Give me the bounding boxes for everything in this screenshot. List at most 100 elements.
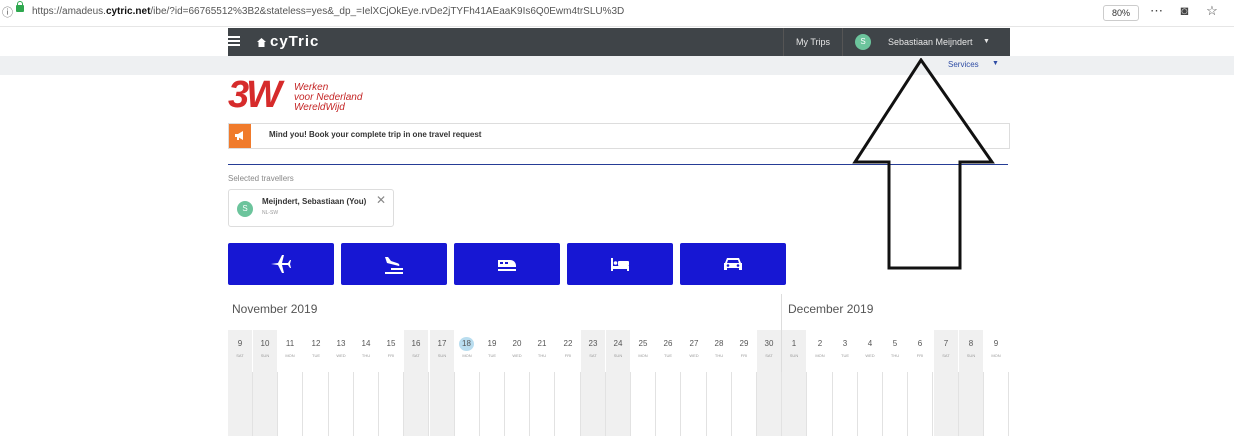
calendar-day[interactable]: 24 SUN (606, 330, 630, 372)
calendar-column[interactable] (757, 372, 782, 436)
calendar-day[interactable]: 16 SAT (404, 330, 428, 372)
calendar-day[interactable]: 4 WED (858, 330, 882, 372)
calendar-day[interactable]: 26 TUE (656, 330, 680, 372)
calendar-column[interactable] (228, 372, 253, 436)
calendar-column[interactable] (404, 372, 429, 436)
calendar-column[interactable] (253, 372, 278, 436)
calendar-day[interactable]: 15 FRI (379, 330, 403, 372)
calendar-column[interactable] (833, 372, 858, 436)
calendar-day[interactable]: 19 TUE (480, 330, 504, 372)
day-weekday: THU (890, 353, 900, 358)
calendar-column[interactable] (631, 372, 656, 436)
calendar-column[interactable] (480, 372, 505, 436)
notice-text: Mind you! Book your complete trip in one… (269, 130, 482, 139)
calendar-column[interactable] (908, 372, 933, 436)
day-weekday: SAT (942, 353, 950, 358)
car-button[interactable] (680, 243, 786, 285)
calendar-day[interactable]: 17 SUN (430, 330, 454, 372)
calendar-day[interactable]: 23 SAT (581, 330, 605, 372)
day-weekday: THU (361, 353, 371, 358)
calendar-day[interactable]: 22 FRI (556, 330, 580, 372)
calendar-day[interactable]: 12 TUE (304, 330, 328, 372)
calendar-day[interactable]: 3 TUE (833, 330, 857, 372)
calendar-column[interactable] (556, 372, 581, 436)
calendar-column[interactable] (430, 372, 455, 436)
calendar-column[interactable] (808, 372, 833, 436)
flight-hotel-button[interactable] (341, 243, 447, 285)
day-number: 22 (563, 339, 573, 348)
calendar-day[interactable]: 1 SUN (782, 330, 806, 372)
calendar-column[interactable] (304, 372, 329, 436)
day-weekday: FRI (564, 353, 572, 358)
calendar-day[interactable]: 30 SAT (757, 330, 781, 372)
calendar-column[interactable] (329, 372, 354, 436)
day-weekday: SUN (437, 353, 447, 358)
day-weekday: TUE (841, 353, 849, 358)
day-weekday: WED (865, 353, 875, 358)
day-number: 5 (892, 339, 898, 348)
calendar-day[interactable]: 13 WED (329, 330, 353, 372)
calendar-day[interactable]: 25 MON (631, 330, 655, 372)
calendar-column[interactable] (505, 372, 530, 436)
calendar-day[interactable]: 5 THU (883, 330, 907, 372)
hotel-button[interactable] (567, 243, 673, 285)
calendar-column[interactable] (656, 372, 681, 436)
zoom-level[interactable]: 80% (1103, 5, 1139, 21)
calendar-column[interactable] (707, 372, 732, 436)
bed-icon (611, 258, 629, 271)
calendar-day[interactable]: 6 FRI (908, 330, 932, 372)
calendar-day[interactable]: 28 THU (707, 330, 731, 372)
calendar-day[interactable]: 20 WED (505, 330, 529, 372)
traveller-card[interactable]: S Meijndert, Sebastiaan (You) NL-SW ✕ (228, 189, 394, 227)
calendar-day[interactable]: 14 THU (354, 330, 378, 372)
calendar-day[interactable]: 10 SUN (253, 330, 277, 372)
calendar-column[interactable] (455, 372, 480, 436)
train-button[interactable] (454, 243, 560, 285)
calendar-column[interactable] (858, 372, 883, 436)
calendar-day[interactable]: 2 MON (808, 330, 832, 372)
day-weekday: FRI (387, 353, 395, 358)
airplane-icon (271, 255, 291, 273)
day-number: 15 (386, 339, 396, 348)
my-trips-link[interactable]: My Trips (783, 28, 844, 56)
calendar-day[interactable]: 27 WED (682, 330, 706, 372)
day-number: 14 (361, 339, 371, 348)
hamburger-menu-icon[interactable] (228, 36, 240, 46)
close-icon[interactable]: ✕ (376, 193, 386, 207)
calendar-day[interactable]: 11 MON (278, 330, 302, 372)
calendar-column[interactable] (530, 372, 555, 436)
url-domain: cytric.net (105, 6, 151, 17)
calendar-day[interactable]: 29 FRI (732, 330, 756, 372)
calendar-day[interactable]: 9 SAT (228, 330, 252, 372)
car-icon (724, 258, 742, 270)
calendar-day[interactable]: 21 THU (530, 330, 554, 372)
calendar-day[interactable]: 18 MON (455, 330, 479, 372)
day-weekday: THU (537, 353, 547, 358)
day-weekday: TUE (488, 353, 496, 358)
address-bar[interactable]: https://amadeus.cytric.net/ibe/?id=66765… (32, 6, 624, 17)
browser-menu-icons[interactable]: ⋯ ◙ ☆ ≡ (1150, 3, 1234, 19)
day-number: 10 (260, 339, 270, 348)
calendar-column[interactable] (959, 372, 984, 436)
calendar-column[interactable] (934, 372, 959, 436)
calendar-column[interactable] (732, 372, 757, 436)
calendar-column[interactable] (682, 372, 707, 436)
calendar-column[interactable] (278, 372, 303, 436)
calendar-column[interactable] (581, 372, 606, 436)
calendar-column[interactable] (984, 372, 1009, 436)
info-icon[interactable]: ⓘ (2, 4, 13, 20)
calendar-day[interactable]: 7 SAT (934, 330, 958, 372)
calendar-column[interactable] (379, 372, 404, 436)
lock-icon[interactable] (16, 1, 24, 12)
home-icon[interactable] (257, 38, 266, 47)
cytric-logo[interactable]: cyTric (270, 33, 319, 50)
calendar-column[interactable] (606, 372, 631, 436)
user-name: Sebastiaan Meijndert (888, 37, 973, 47)
calendar-column[interactable] (782, 372, 807, 436)
flight-button[interactable] (228, 243, 334, 285)
calendar-column[interactable] (354, 372, 379, 436)
calendar-column[interactable] (883, 372, 908, 436)
calendar-day[interactable]: 8 SUN (959, 330, 983, 372)
calendar-day[interactable]: 9 MON (984, 330, 1008, 372)
company-logo: 3W Werken voor Nederland WereldWijd (228, 74, 408, 118)
